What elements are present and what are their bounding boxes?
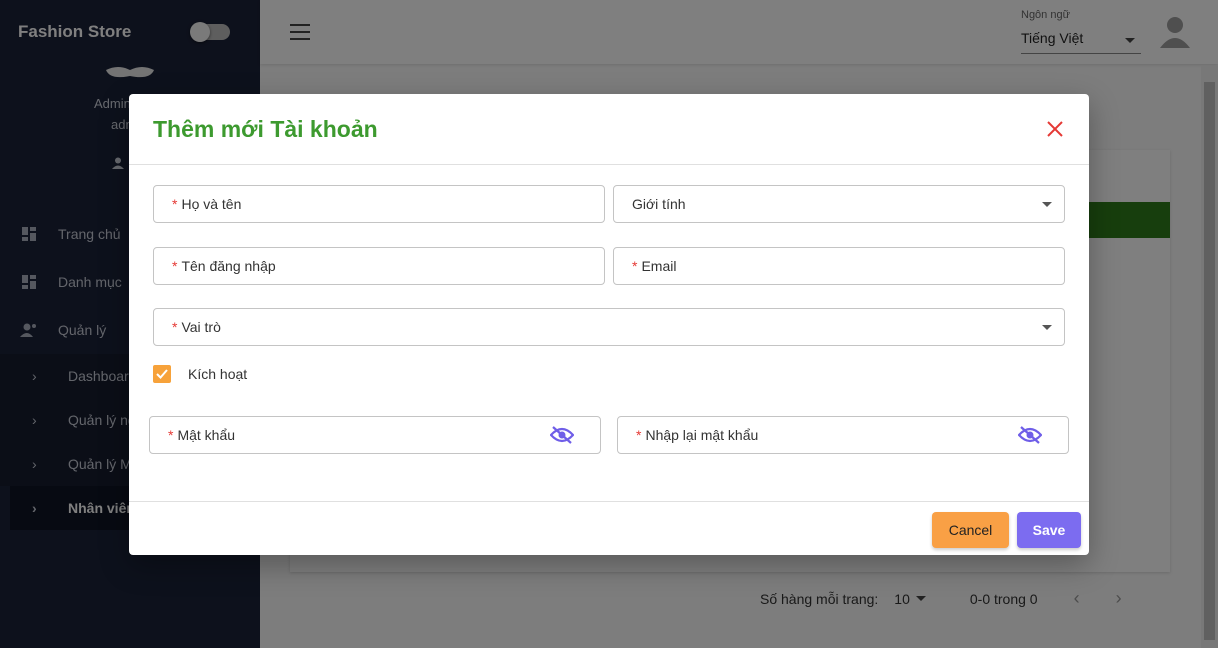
full-name-label: Họ và tên bbox=[181, 196, 242, 212]
field-label: * Họ và tên bbox=[172, 196, 241, 212]
role-select[interactable]: * Vai trò bbox=[153, 308, 1065, 346]
gender-label: Giới tính bbox=[632, 196, 686, 212]
close-icon[interactable] bbox=[1045, 119, 1065, 139]
confirm-password-field[interactable]: * Nhập lại mật khẩu bbox=[617, 416, 1069, 454]
full-name-field[interactable]: * Họ và tên bbox=[153, 185, 605, 223]
field-label: * Vai trò bbox=[172, 319, 221, 335]
password-label: Mật khẩu bbox=[177, 427, 236, 443]
password-field[interactable]: * Mật khẩu bbox=[149, 416, 601, 454]
username-label: Tên đăng nhập bbox=[181, 258, 276, 274]
dialog-header: Thêm mới Tài khoản bbox=[129, 94, 1089, 165]
field-label: * Tên đăng nhập bbox=[172, 258, 276, 274]
email-label: Email bbox=[641, 258, 677, 274]
required-mark: * bbox=[172, 319, 178, 335]
required-mark: * bbox=[172, 196, 178, 212]
visibility-off-icon[interactable] bbox=[1018, 425, 1042, 445]
add-account-dialog: Thêm mới Tài khoản * Họ và tên Giới tính … bbox=[129, 94, 1089, 555]
dropdown-arrow-icon bbox=[1042, 325, 1052, 330]
dropdown-arrow-icon bbox=[1042, 202, 1052, 207]
save-button[interactable]: Save bbox=[1017, 512, 1081, 548]
active-checkbox-row: Kích hoạt bbox=[153, 365, 247, 383]
dialog-footer: Cancel Save bbox=[129, 501, 1089, 555]
cancel-button[interactable]: Cancel bbox=[932, 512, 1009, 548]
confirm-password-label: Nhập lại mật khẩu bbox=[645, 427, 759, 443]
field-label: * Mật khẩu bbox=[168, 427, 235, 443]
required-mark: * bbox=[632, 258, 638, 274]
required-mark: * bbox=[172, 258, 178, 274]
role-label: Vai trò bbox=[181, 319, 221, 335]
required-mark: * bbox=[636, 427, 642, 443]
field-label: * Nhập lại mật khẩu bbox=[636, 427, 758, 443]
active-label: Kích hoạt bbox=[188, 366, 248, 382]
email-field[interactable]: * Email bbox=[613, 247, 1065, 285]
field-label: * Email bbox=[632, 258, 676, 274]
username-field[interactable]: * Tên đăng nhập bbox=[153, 247, 605, 285]
required-mark: * bbox=[168, 427, 174, 443]
gender-select[interactable]: Giới tính bbox=[613, 185, 1065, 223]
dialog-title: Thêm mới Tài khoản bbox=[153, 116, 378, 142]
check-icon bbox=[156, 369, 168, 379]
active-checkbox[interactable] bbox=[153, 365, 171, 383]
visibility-off-icon[interactable] bbox=[550, 425, 574, 445]
